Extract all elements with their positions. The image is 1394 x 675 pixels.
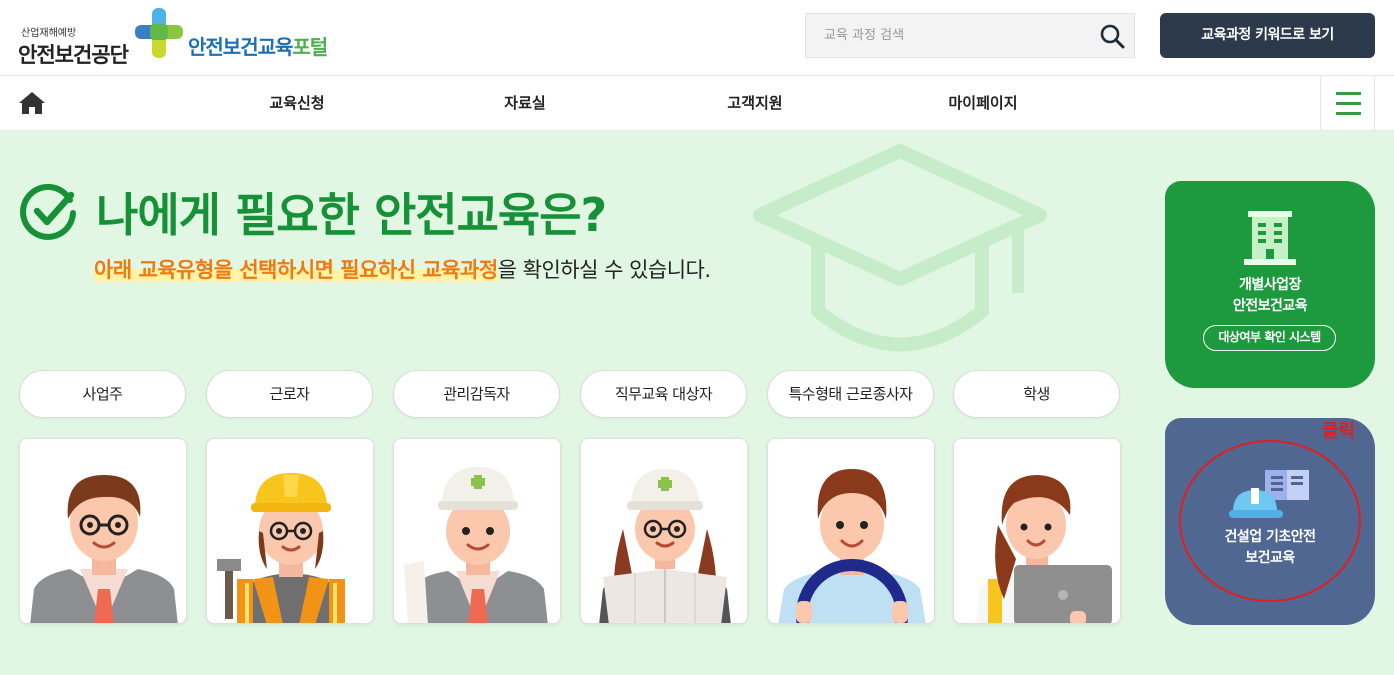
employer-character-card[interactable]	[19, 438, 187, 624]
search-input[interactable]	[806, 14, 1086, 57]
portal-name-blue: 안전보건교육	[188, 35, 293, 59]
supervisor-character-card[interactable]	[393, 438, 561, 624]
site-header: 산업재해예방 안전보건공단 안전보건교육포털 교육과정 키워드로 보기	[0, 0, 1394, 76]
office-building-icon	[1244, 211, 1296, 265]
supervisor-character-illustration	[404, 467, 548, 623]
hero-title: 나에게 필요한 안전교육은?	[96, 188, 607, 242]
worker-character-illustration	[217, 473, 345, 623]
student-character-illustration	[976, 475, 1112, 623]
workplace-training-label: 개별사업장 안전보건교육	[1165, 275, 1375, 317]
category-worker-button[interactable]: 근로자	[206, 370, 373, 418]
cross-logo-icon	[135, 8, 183, 58]
home-icon[interactable]	[18, 90, 46, 116]
category-supervisor-button[interactable]: 관리감독자	[393, 370, 560, 418]
kosha-logo[interactable]: 산업재해예방 안전보건공단	[18, 12, 148, 67]
portal-logo[interactable]: 안전보건교육포털	[188, 31, 328, 60]
eligibility-check-button[interactable]: 대상여부 확인 시스템	[1203, 325, 1336, 351]
search-icon[interactable]	[1098, 22, 1126, 50]
special-worker-character-illustration	[778, 469, 926, 623]
category-special-worker-button[interactable]: 특수형태 근로종사자	[767, 370, 934, 418]
construction-training-card[interactable]: 건설업 기초안전 보건교육	[1165, 418, 1375, 625]
category-job-training-button[interactable]: 직무교육 대상자	[580, 370, 747, 418]
category-student-button[interactable]: 학생	[953, 370, 1120, 418]
logo-org-small: 산업재해예방	[21, 28, 77, 39]
worker-character-card[interactable]	[206, 438, 374, 624]
nav-item-mypage[interactable]: 마이페이지	[948, 76, 1017, 131]
employer-character-illustration	[30, 475, 178, 623]
click-annotation-label: 클릭	[1322, 421, 1356, 442]
nav-item-support[interactable]: 고객지원	[727, 76, 782, 131]
workplace-training-card[interactable]: 개별사업장 안전보건교육 대상여부 확인 시스템	[1165, 181, 1375, 388]
nav-item-library[interactable]: 자료실	[504, 76, 545, 131]
nav-item-apply[interactable]: 교육신청	[269, 76, 324, 131]
main-nav: 교육신청 자료실 고객지원 마이페이지	[0, 76, 1394, 131]
logo-org-name: 안전보건공단	[18, 43, 129, 67]
category-employer-button[interactable]: 사업주	[19, 370, 186, 418]
student-character-card[interactable]	[953, 438, 1121, 624]
checkmark-circle-icon	[20, 184, 76, 240]
hero-subtitle-rest: 을 확인하실 수 있습니다.	[497, 258, 711, 282]
hamburger-menu-icon[interactable]	[1320, 76, 1375, 131]
keyword-view-button[interactable]: 교육과정 키워드로 보기	[1160, 13, 1375, 58]
workplace-training-line1: 개별사업장	[1239, 277, 1301, 293]
graduation-cap-watermark-icon	[753, 144, 1047, 352]
job-training-character-card[interactable]	[580, 438, 748, 624]
workplace-training-line2: 안전보건교육	[1232, 298, 1308, 314]
hero-subtitle-highlight: 아래 교육유형을 선택하시면 필요하신 교육과정	[94, 258, 498, 282]
click-highlight-circle	[1179, 440, 1361, 602]
hero-section: 나에게 필요한 안전교육은? 아래 교육유형을 선택하시면 필요하신 교육과정을…	[0, 131, 1394, 675]
search-box	[805, 13, 1135, 58]
hero-subtitle: 아래 교육유형을 선택하시면 필요하신 교육과정을 확인하실 수 있습니다.	[94, 254, 711, 284]
portal-name-green: 포털	[292, 35, 328, 59]
job-training-character-illustration	[599, 469, 731, 623]
special-worker-character-card[interactable]	[767, 438, 935, 624]
